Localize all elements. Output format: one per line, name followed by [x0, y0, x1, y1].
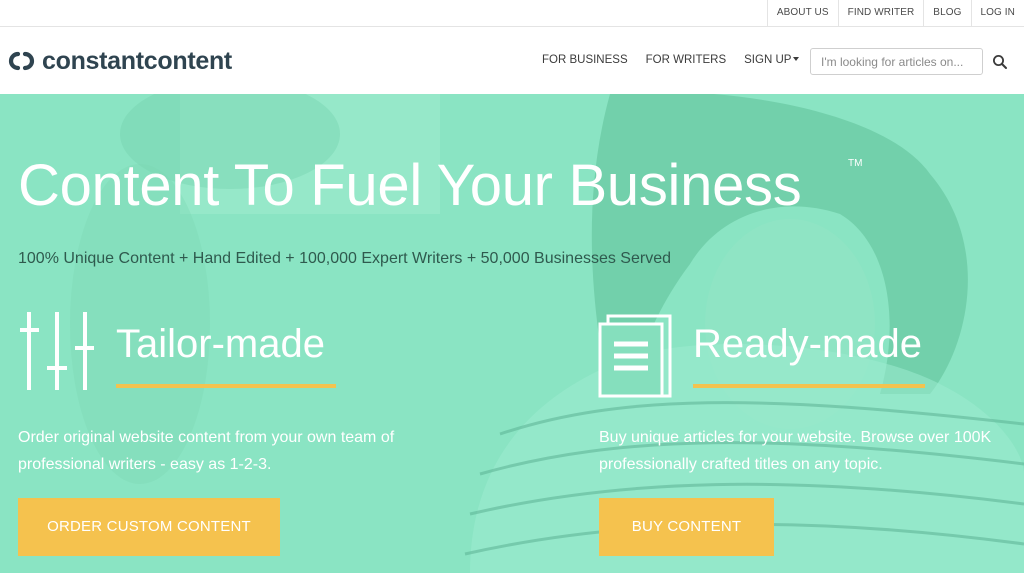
- utility-bar: ABOUT US FIND WRITER BLOG LOG IN: [0, 0, 1024, 27]
- tailor-made-description: Order original website content from your…: [18, 429, 395, 473]
- main-nav: FOR BUSINESS FOR WRITERS SIGN UP: [542, 54, 817, 66]
- nav-for-writers[interactable]: FOR WRITERS: [646, 54, 727, 66]
- nav-sign-up-label: SIGN UP: [744, 54, 792, 66]
- sliders-icon: [20, 312, 94, 390]
- ready-made-description: Buy unique articles for your website. Br…: [599, 429, 992, 473]
- blog-link[interactable]: BLOG: [923, 0, 970, 26]
- log-in-link[interactable]: LOG IN: [970, 0, 1024, 26]
- buy-content-button[interactable]: BUY CONTENT: [599, 498, 774, 556]
- hero-title: Content To Fuel Your Business: [18, 153, 802, 218]
- ready-made-underline: [693, 384, 925, 388]
- logo-mark-icon: [8, 51, 35, 71]
- about-us-link[interactable]: ABOUT US: [766, 0, 838, 26]
- search-input[interactable]: [810, 48, 983, 75]
- find-writer-link[interactable]: FIND WRITER: [837, 0, 924, 26]
- hero-subtitle: 100% Unique Content + Hand Edited + 100,…: [18, 250, 671, 267]
- search-icon[interactable]: [992, 54, 1008, 70]
- nav-for-writers-label: FOR WRITERS: [645, 54, 727, 66]
- site-header: constantcontent FOR BUSINESS FOR WRITERS…: [0, 27, 1024, 94]
- nav-sign-up-dropdown[interactable]: SIGN UP: [744, 54, 800, 66]
- nav-for-business-label: FOR BUSINESS: [542, 54, 628, 66]
- logo-text: constantcontent: [42, 46, 232, 75]
- tailor-made-underline: [116, 384, 336, 388]
- order-custom-content-button[interactable]: ORDER CUSTOM CONTENT: [18, 498, 280, 556]
- document-icon: [598, 314, 672, 398]
- utility-links: ABOUT US FIND WRITER BLOG LOG IN: [766, 0, 1024, 26]
- nav-for-business[interactable]: FOR BUSINESS: [542, 54, 628, 66]
- trademark-mark: TM: [848, 158, 863, 169]
- tailor-made-title: Tailor-made: [116, 322, 325, 366]
- site-logo[interactable]: constantcontent: [5, 45, 232, 77]
- hero-section: Content To Fuel Your Business TM 100% Un…: [0, 94, 1024, 573]
- caret-down-icon: [793, 57, 800, 61]
- ready-made-title: Ready-made: [693, 322, 923, 366]
